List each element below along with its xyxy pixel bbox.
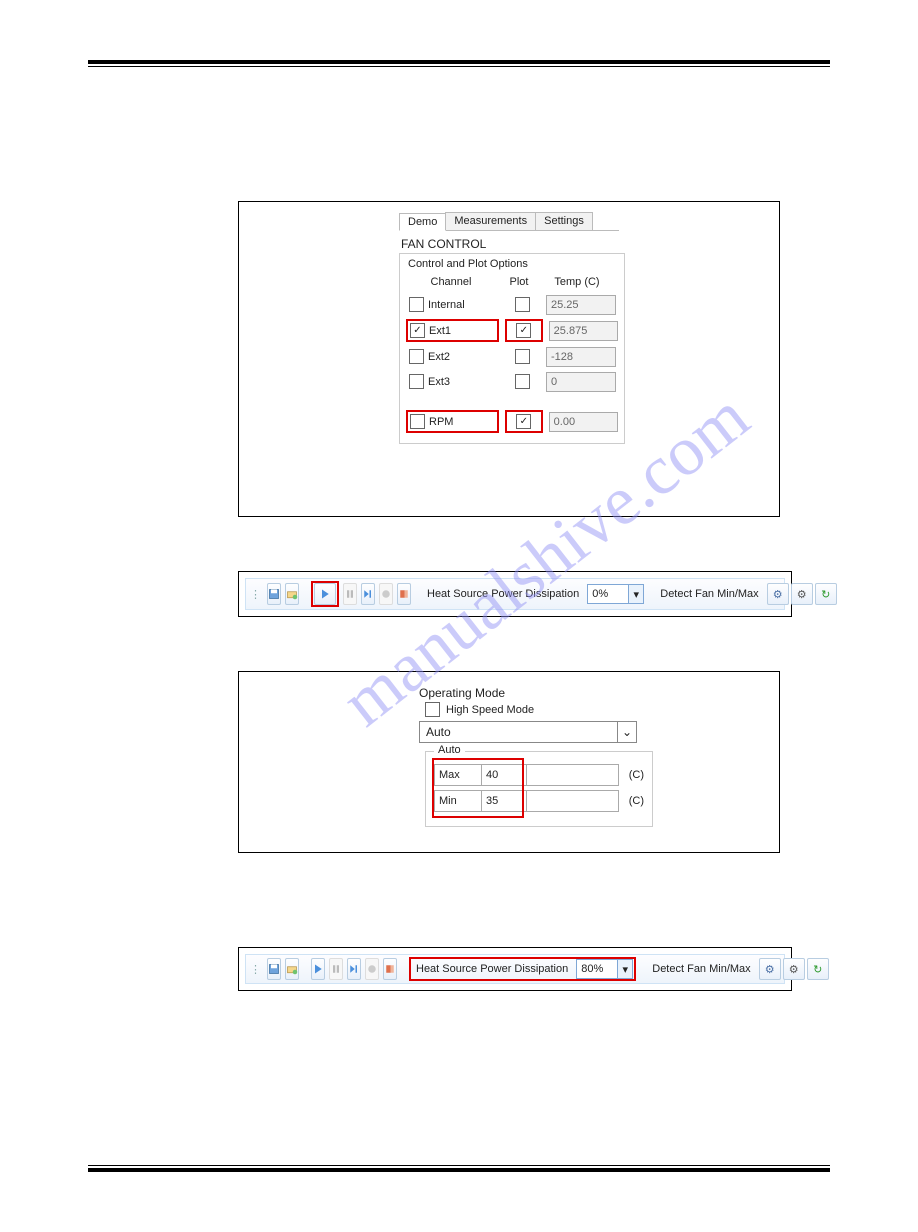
max-value[interactable]: 40 [481,764,527,786]
auto-legend: Auto [434,744,465,756]
label-ext2: Ext2 [428,351,450,363]
checkbox-ext3-plot[interactable] [515,374,530,389]
play-icon[interactable] [311,958,325,980]
heat-combo-a[interactable]: 0% ▾ [587,584,644,604]
gear-icon[interactable]: ⚙ [767,583,789,605]
temp-rpm: 0.00 [549,412,618,432]
detect-label-a: Detect Fan Min/Max [656,588,762,600]
operating-mode-title: Operating Mode [419,686,769,700]
group-title: Control and Plot Options [408,258,618,270]
checkbox-ext1-channel[interactable]: ✓ [410,323,425,338]
min-rest[interactable] [527,790,619,812]
mode-combo[interactable]: Auto ⌄ [419,721,637,743]
figure-toolbar-a: ⋮ Heat Source Power Dissipation 0% ▾ Det… [238,571,792,617]
record-icon[interactable] [379,583,393,605]
stop-icon[interactable] [383,958,397,980]
auto-group: Auto Max 40 (C) Min 35 (C) [425,751,653,827]
label-internal: Internal [428,299,465,311]
save-icon[interactable] [267,958,281,980]
heat-combo-b[interactable]: 80% ▾ [576,959,633,979]
toolbar-b: ⋮ Heat Source Power Dissipation 80% ▾ De… [245,954,785,984]
min-unit: (C) [629,795,644,807]
checkbox-internal-plot[interactable] [515,297,530,312]
label-ext3: Ext3 [428,376,450,388]
max-unit: (C) [629,769,644,781]
highlight-heat: Heat Source Power Dissipation 80% ▾ [409,957,636,981]
checkbox-ext1-plot[interactable]: ✓ [516,323,531,338]
chevron-down-icon: ⌄ [617,722,636,742]
row-internal: Internal 25.25 [406,294,618,315]
checkbox-high-speed[interactable] [425,702,440,717]
header-channel: Channel [406,274,496,290]
checkbox-rpm-plot[interactable]: ✓ [516,414,531,429]
open-icon[interactable] [285,958,299,980]
checkbox-ext2-plot[interactable] [515,349,530,364]
header-temp: Temp (C) [542,276,612,288]
heat-label-a: Heat Source Power Dissipation [423,588,583,600]
record-icon[interactable] [365,958,379,980]
heat-label-b: Heat Source Power Dissipation [412,963,572,975]
tab-settings[interactable]: Settings [535,212,593,230]
min-value[interactable]: 35 [481,790,527,812]
min-label: Min [434,790,481,812]
label-high-speed: High Speed Mode [446,704,534,716]
pause-icon[interactable] [329,958,343,980]
mode-value: Auto [426,725,451,739]
figure-operating-mode: Operating Mode High Speed Mode Auto ⌄ Au… [238,671,780,853]
chevron-down-icon: ▾ [628,585,643,603]
checkbox-ext2-channel[interactable] [409,349,424,364]
skip-icon[interactable] [361,583,375,605]
gear-icon[interactable]: ⚙ [759,958,781,980]
row-ext1: ✓ Ext1 ✓ 25.875 [406,319,618,342]
row-ext3: Ext3 0 [406,371,618,392]
tab-measurements[interactable]: Measurements [445,212,536,230]
temp-ext1: 25.875 [549,321,618,341]
max-rest[interactable] [527,764,619,786]
row-ext2: Ext2 -128 [406,346,618,367]
detect-label-b: Detect Fan Min/Max [648,963,754,975]
tab-demo[interactable]: Demo [399,213,446,231]
play-icon[interactable] [314,583,336,605]
refresh-icon[interactable]: ↻ [807,958,829,980]
row-rpm: RPM ✓ 0.00 [406,410,618,433]
heat-value-a: 0% [592,588,628,600]
toolbar-a: ⋮ Heat Source Power Dissipation 0% ▾ Det… [245,578,785,610]
figure-fan-control: Demo Measurements Settings FAN CONTROL C… [238,201,780,517]
gear-wrench-icon[interactable]: ⚙ [791,583,813,605]
tabs: Demo Measurements Settings [399,212,619,231]
save-icon[interactable] [267,583,281,605]
chevron-down-icon: ▾ [617,960,632,978]
label-rpm: RPM [429,416,453,428]
skip-icon[interactable] [347,958,361,980]
checkbox-ext3-channel[interactable] [409,374,424,389]
header-plot: Plot [502,274,536,290]
temp-ext3: 0 [546,372,616,392]
temp-internal: 25.25 [546,295,616,315]
refresh-icon[interactable]: ↻ [815,583,837,605]
checkbox-internal-channel[interactable] [409,297,424,312]
label-ext1: Ext1 [429,325,451,337]
pause-icon[interactable] [343,583,357,605]
fan-control-title: FAN CONTROL [401,237,769,251]
temp-ext2: -128 [546,347,616,367]
figure-toolbar-b: ⋮ Heat Source Power Dissipation 80% ▾ De… [238,947,792,991]
highlight-play [311,581,339,607]
stop-icon[interactable] [397,583,411,605]
gear-wrench-icon[interactable]: ⚙ [783,958,805,980]
control-plot-options: Control and Plot Options Channel Plot Te… [399,253,625,444]
checkbox-rpm-channel[interactable] [410,414,425,429]
max-label: Max [434,764,481,786]
open-icon[interactable] [285,583,299,605]
heat-value-b: 80% [581,963,617,975]
